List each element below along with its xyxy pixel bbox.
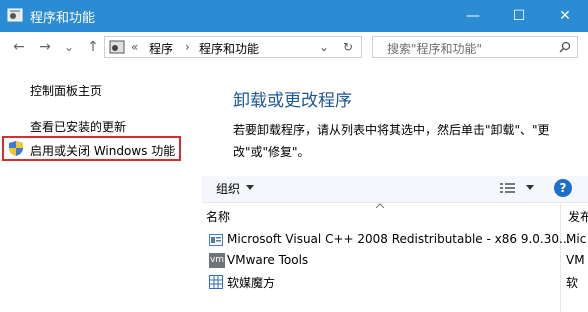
shield-icon <box>9 141 23 156</box>
breadcrumb-overflow-icon[interactable]: « <box>131 40 138 54</box>
search-icon[interactable] <box>559 41 571 53</box>
organize-menu-button[interactable]: 组织 <box>216 180 240 197</box>
up-arrow-icon[interactable]: ↑ <box>84 38 102 56</box>
minimize-button[interactable]: — <box>450 0 496 32</box>
view-options-icon[interactable] <box>500 182 516 194</box>
program-name: Microsoft Visual C++ 2008 Redistributabl… <box>227 232 571 246</box>
vmware-icon: vm <box>209 253 225 268</box>
program-publisher: VM <box>566 253 585 267</box>
page-description: 若要卸载程序，请从列表中将其选中，然后单击"卸载"、"更改"或"修复"。 <box>233 123 550 159</box>
sidebar-item-control-panel-home[interactable]: 控制面板主页 <box>30 82 102 99</box>
column-header-name[interactable]: 名称 <box>206 208 230 225</box>
control-panel-icon <box>7 8 23 22</box>
maximize-button[interactable]: ☐ <box>496 0 542 32</box>
program-publisher: Mic <box>566 232 587 246</box>
back-arrow-icon[interactable]: ← <box>10 38 28 56</box>
refresh-icon[interactable]: ↻ <box>343 40 353 54</box>
breadcrumb-programs-and-features[interactable]: 程序和功能 <box>199 40 259 57</box>
table-row[interactable]: Microsoft Visual C++ 2008 Redistributabl… <box>204 230 588 250</box>
table-row[interactable]: vm VMware Tools VM <box>204 251 588 271</box>
control-panel-icon <box>109 40 125 54</box>
view-dropdown-icon[interactable] <box>526 185 534 191</box>
sidebar-item-windows-features[interactable]: 启用或关闭 Windows 功能 <box>30 142 175 159</box>
search-input[interactable]: 搜索"程序和功能" <box>372 36 578 58</box>
grid-app-icon <box>209 275 223 289</box>
address-dropdown-icon[interactable]: ⌄ <box>319 40 329 54</box>
help-icon[interactable]: ? <box>554 179 572 197</box>
breadcrumb-programs[interactable]: 程序 <box>149 40 173 57</box>
page-title: 卸载或更改程序 <box>233 91 352 111</box>
forward-arrow-icon[interactable]: → <box>36 38 54 56</box>
column-header-publisher[interactable]: 发布 <box>568 208 588 225</box>
installer-icon <box>209 234 223 246</box>
breadcrumb-separator-icon: › <box>185 40 190 54</box>
title-bar: 程序和功能 — ☐ ✕ <box>0 0 588 32</box>
program-name: VMware Tools <box>227 253 309 267</box>
address-bar[interactable]: « 程序 › 程序和功能 ⌄ ↻ <box>104 36 362 58</box>
program-publisher: 软 <box>566 276 579 290</box>
window-title: 程序和功能 <box>30 11 96 26</box>
close-button[interactable]: ✕ <box>542 0 588 32</box>
sidebar-item-view-installed-updates[interactable]: 查看已安装的更新 <box>30 118 126 135</box>
chevron-down-icon[interactable] <box>246 185 254 191</box>
recent-locations-chevron-icon[interactable]: ⌄ <box>60 38 78 56</box>
program-name: 软媒魔方 <box>227 276 276 290</box>
sort-chevron-up-icon <box>376 203 384 208</box>
search-placeholder: 搜索"程序和功能" <box>387 42 483 56</box>
table-row[interactable]: 软媒魔方 软 <box>204 272 588 292</box>
